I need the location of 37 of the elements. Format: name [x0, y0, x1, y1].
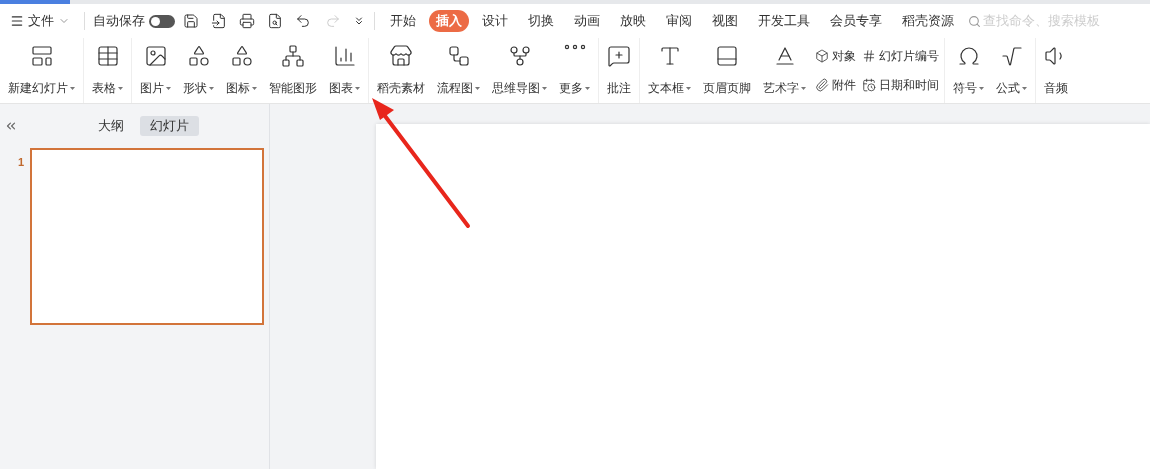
ribbon-button[interactable]: 附件 [815, 75, 856, 94]
ribbon-tab[interactable]: 稻壳资源 [895, 10, 961, 32]
ribbon-tab[interactable]: 开始 [383, 10, 423, 32]
ribbon-button[interactable]: 页眉页脚 [697, 42, 757, 99]
ribbon-button[interactable]: 幻灯片编号 [862, 47, 939, 66]
ribbon-button[interactable]: 文本框 [642, 42, 697, 99]
slide-number: 1 [18, 155, 25, 170]
ribbon-button[interactable]: 智能图形 [263, 42, 323, 99]
ribbon-tab[interactable]: 切换 [521, 10, 561, 32]
ribbon-button[interactable]: 更多 [553, 42, 596, 99]
ribbon-tab[interactable]: 动画 [567, 10, 607, 32]
ribbon-button[interactable]: 表格 [86, 42, 129, 99]
autosave-label: 自动保存 [93, 12, 145, 30]
ribbon-button[interactable]: 音频 [1038, 42, 1074, 99]
ribbon-button[interactable]: 思维导图 [486, 42, 553, 99]
file-menu[interactable]: 文件 [10, 11, 76, 31]
ribbon-tab[interactable]: 会员专享 [823, 10, 889, 32]
ribbon-tab[interactable]: 视图 [705, 10, 745, 32]
ribbon-button[interactable]: 批注 [601, 42, 637, 99]
ribbon-button[interactable]: 图表 [323, 42, 366, 99]
ribbon-button[interactable]: 图片 [134, 42, 177, 99]
panel-tab[interactable]: 幻灯片 [140, 116, 199, 136]
ribbon-tab[interactable]: 设计 [475, 10, 515, 32]
ribbon-button[interactable]: 对象 [815, 47, 856, 66]
ribbon-button[interactable]: 艺术字 [757, 42, 812, 99]
ribbon-button[interactable]: 图标 [220, 42, 263, 99]
ribbon-button[interactable]: 稻壳素材 [371, 42, 431, 99]
ribbon-button[interactable]: 形状 [177, 42, 220, 99]
ribbon-button[interactable]: 日期和时间 [862, 75, 939, 94]
ribbon-tab[interactable]: 开发工具 [751, 10, 817, 32]
ribbon-button[interactable]: 公式 [990, 42, 1033, 99]
ribbon-button[interactable]: 新建幻灯片 [2, 42, 81, 99]
ribbon-tab[interactable]: 审阅 [659, 10, 699, 32]
ribbon-tab[interactable]: 放映 [613, 10, 653, 32]
panel-tab[interactable]: 大纲 [88, 116, 134, 136]
ribbon-button[interactable]: 符号 [947, 42, 990, 99]
ribbon-button[interactable]: 流程图 [431, 42, 486, 99]
